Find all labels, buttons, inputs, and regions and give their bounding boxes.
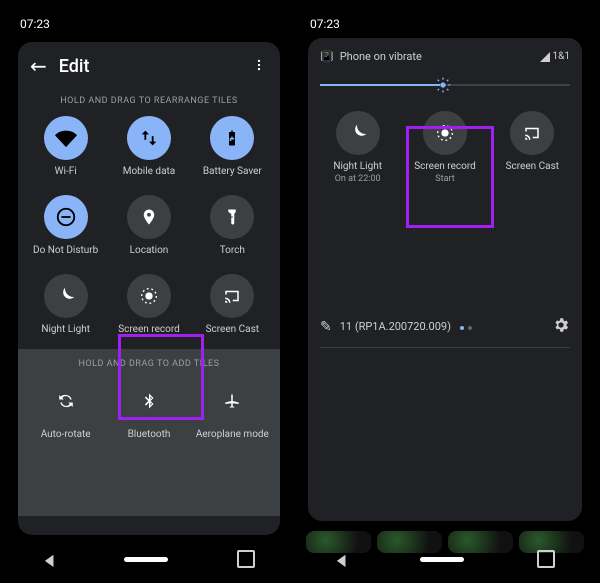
tile-location[interactable]: Location bbox=[107, 195, 190, 256]
divider bbox=[320, 347, 570, 348]
settings-icon[interactable] bbox=[552, 316, 570, 337]
nav-bar: ◀ bbox=[8, 545, 290, 573]
tile-screen-cast[interactable]: Screen Cast bbox=[191, 274, 274, 335]
moon-icon bbox=[336, 111, 380, 155]
status-bar: 07:23 bbox=[298, 8, 592, 36]
tile-label: Location bbox=[130, 245, 169, 256]
tile-auto-rotate[interactable]: Auto-rotate bbox=[24, 379, 107, 440]
record-icon bbox=[127, 274, 171, 318]
tile-label: Mobile data bbox=[123, 166, 176, 177]
tile-label: Battery Saver bbox=[203, 166, 262, 177]
tile-label: Bluetooth bbox=[128, 429, 171, 440]
tile-screen-record[interactable]: Screen record Start bbox=[401, 111, 488, 184]
swap-icon bbox=[127, 116, 171, 160]
tile-screen-record[interactable]: Screen record bbox=[107, 274, 190, 335]
carrier-label: 1&1 bbox=[553, 51, 570, 62]
tile-wifi[interactable]: Wi-Fi bbox=[24, 116, 107, 177]
brightness-thumb-icon[interactable] bbox=[435, 77, 451, 93]
extra-icon bbox=[210, 458, 254, 502]
overflow-menu-icon[interactable] bbox=[248, 52, 270, 81]
record-icon bbox=[423, 111, 467, 155]
tile-label: Screen Cast bbox=[506, 161, 559, 172]
qs-edit-panel: ← Edit HOLD AND DRAG TO REARRANGE TILES … bbox=[18, 42, 280, 535]
nav-home-icon[interactable] bbox=[124, 557, 168, 562]
tile-label: Night Light bbox=[333, 161, 382, 172]
tile-label: Screen record bbox=[414, 161, 476, 172]
tile-aeroplane[interactable]: Aeroplane mode bbox=[191, 379, 274, 440]
tile-label: Aeroplane mode bbox=[196, 429, 269, 440]
dnd-icon bbox=[44, 195, 88, 239]
hint-rearrange: HOLD AND DRAG TO REARRANGE TILES bbox=[18, 86, 280, 116]
tile-label: Torch bbox=[220, 245, 245, 256]
location-icon bbox=[127, 195, 171, 239]
nav-recent-icon[interactable] bbox=[537, 550, 555, 568]
tile-label: Auto-rotate bbox=[41, 429, 91, 440]
back-icon[interactable]: ← bbox=[24, 50, 53, 82]
status-time: 07:23 bbox=[310, 17, 340, 31]
signal-status: 1&1 bbox=[540, 51, 570, 62]
vibrate-label: Phone on vibrate bbox=[340, 50, 422, 63]
page-title: Edit bbox=[59, 56, 90, 77]
tile-battery-saver[interactable]: Battery Saver bbox=[191, 116, 274, 177]
wifi-icon bbox=[44, 116, 88, 160]
tile-extra-2[interactable] bbox=[107, 458, 190, 502]
extra-icon bbox=[44, 458, 88, 502]
tile-extra-3[interactable] bbox=[191, 458, 274, 502]
version-label: 11 (RP1A.200720.009) bbox=[340, 320, 451, 333]
hint-add: HOLD AND DRAG TO ADD TILES bbox=[18, 349, 280, 379]
cast-icon bbox=[510, 111, 554, 155]
rotate-icon bbox=[44, 379, 88, 423]
nav-back-icon[interactable]: ◀ bbox=[336, 550, 345, 569]
bluetooth-icon bbox=[127, 379, 171, 423]
nav-home-icon[interactable] bbox=[420, 557, 464, 562]
battery-icon bbox=[210, 116, 254, 160]
nav-bar: ◀ bbox=[298, 545, 592, 573]
cast-icon bbox=[210, 274, 254, 318]
edit-icon[interactable]: ✎ bbox=[320, 319, 332, 335]
tile-label: Night Light bbox=[41, 324, 90, 335]
page-indicator bbox=[460, 326, 472, 330]
airplane-icon bbox=[210, 379, 254, 423]
brightness-slider[interactable] bbox=[320, 73, 570, 97]
vibrate-icon: 📳 bbox=[320, 50, 334, 63]
tile-extra-1[interactable] bbox=[24, 458, 107, 502]
tile-mobile-data[interactable]: Mobile data bbox=[107, 116, 190, 177]
nav-recent-icon[interactable] bbox=[237, 550, 255, 568]
tile-dnd[interactable]: Do Not Disturb bbox=[24, 195, 107, 256]
qs-panel: 📳 Phone on vibrate 1&1 bbox=[308, 38, 582, 521]
tile-screen-cast[interactable]: Screen Cast bbox=[489, 111, 576, 184]
tile-label: Do Not Disturb bbox=[33, 245, 98, 256]
torch-icon bbox=[210, 195, 254, 239]
tile-night-light[interactable]: Night Light bbox=[24, 274, 107, 335]
tile-torch[interactable]: Torch bbox=[191, 195, 274, 256]
tile-label: Wi-Fi bbox=[55, 166, 77, 177]
tile-night-light[interactable]: Night Light On at 22:00 bbox=[314, 111, 401, 184]
tile-label: Screen record bbox=[118, 324, 180, 335]
extra-icon bbox=[127, 458, 171, 502]
moon-icon bbox=[44, 274, 88, 318]
status-time: 07:23 bbox=[20, 17, 50, 31]
tile-sublabel: On at 22:00 bbox=[335, 174, 381, 184]
tile-bluetooth[interactable]: Bluetooth bbox=[107, 379, 190, 440]
nav-back-icon[interactable]: ◀ bbox=[44, 550, 53, 569]
tile-label: Screen Cast bbox=[206, 324, 259, 335]
status-bar: 07:23 bbox=[8, 8, 290, 36]
tile-sublabel: Start bbox=[435, 174, 454, 184]
